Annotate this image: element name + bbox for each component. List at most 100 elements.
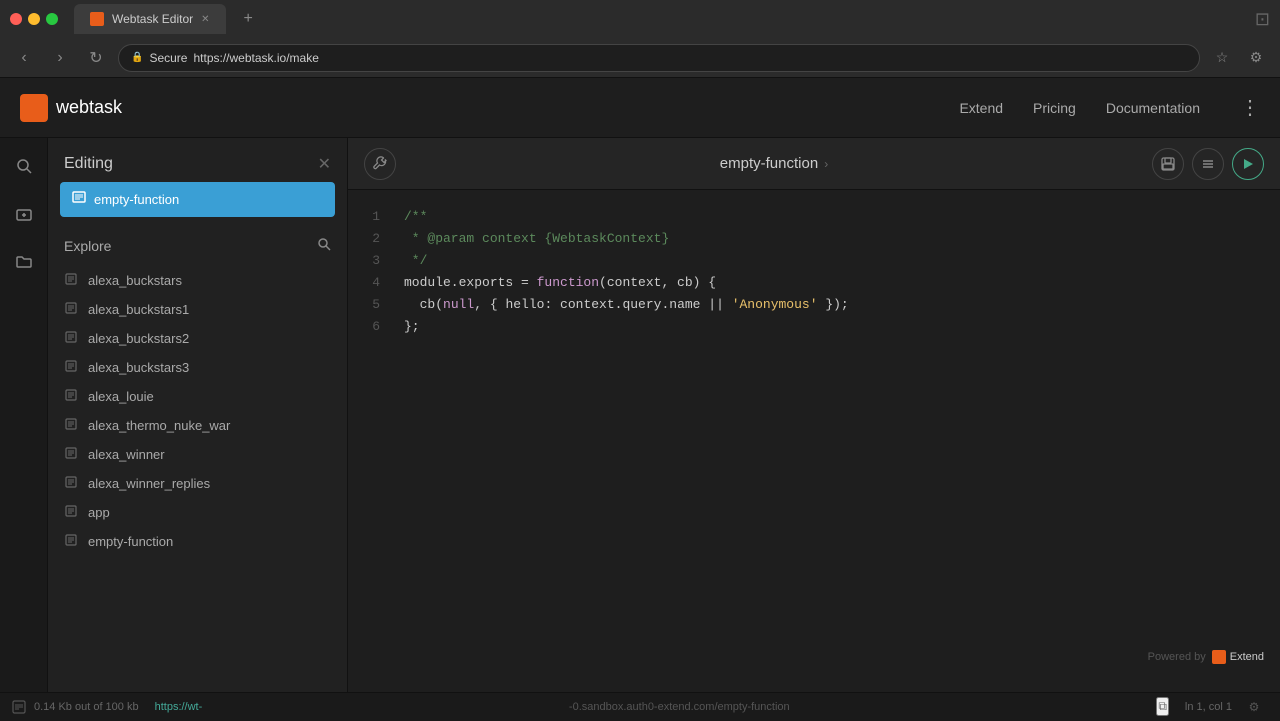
nav-links: Extend Pricing Documentation ⋮ bbox=[959, 95, 1260, 120]
status-url-short[interactable]: https://wt- bbox=[155, 701, 203, 713]
copy-url-button[interactable]: ⧉ bbox=[1156, 697, 1169, 716]
item-label: alexa_buckstars2 bbox=[88, 331, 189, 346]
editor-title: empty-function › bbox=[408, 155, 1140, 172]
editor-actions bbox=[1152, 148, 1264, 180]
status-right: ln 1, col 1 ⚙ bbox=[1185, 693, 1268, 721]
item-label: alexa_buckstars bbox=[88, 273, 182, 288]
folder-icon-button[interactable] bbox=[8, 246, 40, 278]
list-item[interactable]: alexa_winner bbox=[48, 440, 347, 469]
status-settings-button[interactable]: ⚙ bbox=[1240, 693, 1268, 721]
main-layout: Editing ✕ empty-function Explore bbox=[0, 138, 1280, 692]
cursor-position: ln 1, col 1 bbox=[1185, 701, 1232, 713]
list-item[interactable]: alexa_thermo_nuke_war bbox=[48, 411, 347, 440]
item-label: empty-function bbox=[88, 534, 173, 549]
list-item[interactable]: alexa_buckstars2 bbox=[48, 324, 347, 353]
sidebar-icon-strip bbox=[0, 138, 48, 692]
nav-pricing[interactable]: Pricing bbox=[1033, 100, 1076, 116]
tab-bar: Webtask Editor ✕ + bbox=[74, 4, 263, 34]
sidebar-title: Editing bbox=[64, 155, 113, 173]
item-doc-icon bbox=[64, 273, 78, 288]
active-task-icon bbox=[72, 190, 86, 209]
titlebar: Webtask Editor ✕ + ⊡ bbox=[0, 0, 1280, 38]
wrench-button[interactable] bbox=[364, 148, 396, 180]
list-button[interactable] bbox=[1192, 148, 1224, 180]
item-doc-icon bbox=[64, 505, 78, 520]
logo: webtask bbox=[20, 94, 122, 122]
add-icon-button[interactable] bbox=[8, 198, 40, 230]
status-left: 0.14 Kb out of 100 kb bbox=[12, 700, 139, 714]
nav-documentation[interactable]: Documentation bbox=[1106, 100, 1200, 116]
fullscreen-traffic-light[interactable] bbox=[46, 13, 58, 25]
app-navbar: webtask Extend Pricing Documentation ⋮ bbox=[0, 78, 1280, 138]
list-item[interactable]: alexa_buckstars bbox=[48, 266, 347, 295]
item-label: alexa_thermo_nuke_war bbox=[88, 418, 230, 433]
item-label: app bbox=[88, 505, 110, 520]
explore-search-button[interactable] bbox=[317, 237, 331, 254]
sidebar-close-button[interactable]: ✕ bbox=[318, 154, 331, 174]
tab-close-button[interactable]: ✕ bbox=[201, 14, 209, 25]
status-file-icon bbox=[12, 700, 26, 714]
window-controls: ⊡ bbox=[1255, 9, 1270, 30]
explore-title: Explore bbox=[64, 238, 111, 254]
address-bar[interactable]: 🔒 Secure https://webtask.io/make bbox=[118, 44, 1200, 72]
extend-label: Extend bbox=[1230, 651, 1264, 663]
editor-area: empty-function › bbox=[348, 138, 1280, 692]
minimize-traffic-light[interactable] bbox=[28, 13, 40, 25]
code-line-2: * @param context {WebtaskContext} bbox=[404, 228, 1264, 250]
line-numbers: 1 2 3 4 5 6 bbox=[348, 190, 388, 692]
list-item[interactable]: alexa_buckstars1 bbox=[48, 295, 347, 324]
list-item[interactable]: alexa_louie bbox=[48, 382, 347, 411]
url-text: https://webtask.io/make bbox=[193, 51, 318, 65]
new-tab-button[interactable]: + bbox=[234, 6, 263, 32]
powered-by-text: Powered by bbox=[1148, 651, 1206, 663]
code-line-1: /** bbox=[404, 206, 1264, 228]
tab-favicon bbox=[90, 12, 104, 26]
refresh-button[interactable]: ↻ bbox=[82, 44, 110, 72]
editor-title-chevron: › bbox=[824, 157, 828, 171]
list-item[interactable]: empty-function bbox=[48, 527, 347, 556]
extend-branding: Extend bbox=[1212, 650, 1264, 664]
item-doc-icon bbox=[64, 360, 78, 375]
file-size-text: 0.14 Kb out of 100 kb bbox=[34, 701, 139, 713]
item-label: alexa_winner bbox=[88, 447, 165, 462]
item-doc-icon bbox=[64, 331, 78, 346]
active-task-text: empty-function bbox=[94, 192, 179, 207]
list-item[interactable]: alexa_winner_replies bbox=[48, 469, 347, 498]
bookmark-button[interactable]: ☆ bbox=[1208, 44, 1236, 72]
status-bar: 0.14 Kb out of 100 kb https://wt- -0.san… bbox=[0, 692, 1280, 720]
secure-label: Secure bbox=[149, 51, 187, 65]
code-line-4: module.exports = function(context, cb) { bbox=[404, 272, 1264, 294]
code-content[interactable]: 1 2 3 4 5 6 /** * @param context {Webtas… bbox=[348, 190, 1280, 692]
list-item[interactable]: app bbox=[48, 498, 347, 527]
item-label: alexa_winner_replies bbox=[88, 476, 210, 491]
active-tab[interactable]: Webtask Editor ✕ bbox=[74, 4, 226, 34]
save-button[interactable] bbox=[1152, 148, 1184, 180]
forward-button[interactable]: › bbox=[46, 44, 74, 72]
traffic-lights bbox=[10, 13, 58, 25]
status-center: -0.sandbox.auth0-extend.com/empty-functi… bbox=[218, 701, 1140, 713]
code-line-6: }; bbox=[404, 316, 1264, 338]
editor-toolbar: empty-function › bbox=[348, 138, 1280, 190]
back-button[interactable]: ‹ bbox=[10, 44, 38, 72]
item-label: alexa_louie bbox=[88, 389, 154, 404]
logo-icon bbox=[20, 94, 48, 122]
code-editor[interactable]: /** * @param context {WebtaskContext} */… bbox=[388, 190, 1280, 692]
nav-more-icon[interactable]: ⋮ bbox=[1240, 95, 1260, 120]
run-button[interactable] bbox=[1232, 148, 1264, 180]
item-label: alexa_buckstars3 bbox=[88, 360, 189, 375]
item-doc-icon bbox=[64, 302, 78, 317]
explore-header: Explore bbox=[48, 229, 347, 262]
secure-icon: 🔒 bbox=[131, 52, 143, 63]
toolbar-icons: ☆ ⚙ bbox=[1208, 44, 1270, 72]
item-doc-icon bbox=[64, 534, 78, 549]
nav-extend[interactable]: Extend bbox=[959, 100, 1003, 116]
close-traffic-light[interactable] bbox=[10, 13, 22, 25]
sidebar-panel: Editing ✕ empty-function Explore bbox=[48, 138, 348, 692]
search-icon-button[interactable] bbox=[8, 150, 40, 182]
explore-section: Explore alexa_buckstars bbox=[48, 229, 347, 692]
code-line-5: cb(null, { hello: context.query.name || … bbox=[404, 294, 1264, 316]
list-item[interactable]: alexa_buckstars3 bbox=[48, 353, 347, 382]
active-task-item[interactable]: empty-function bbox=[60, 182, 335, 217]
extend-logo-icon bbox=[1212, 650, 1226, 664]
browser-settings-button[interactable]: ⚙ bbox=[1242, 44, 1270, 72]
